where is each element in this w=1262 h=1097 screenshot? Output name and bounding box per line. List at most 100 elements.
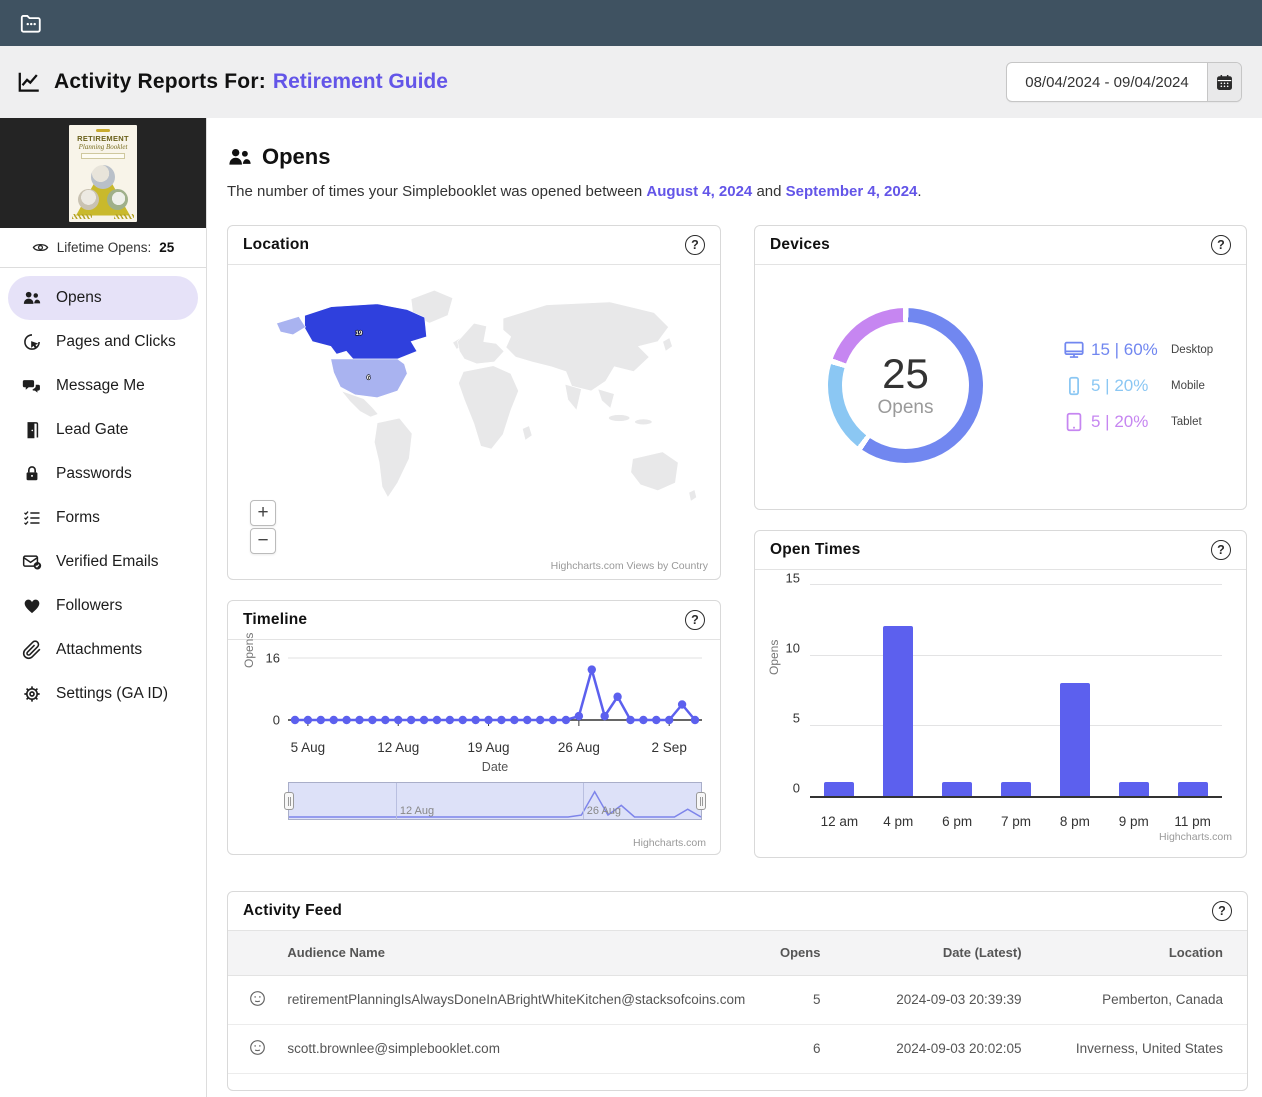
open-times-plot: 051015 <box>810 586 1222 798</box>
date-range-value[interactable]: 08/04/2024 - 09/04/2024 <box>1007 63 1207 101</box>
map-asia <box>503 302 668 391</box>
lock-icon <box>22 464 42 484</box>
map-indonesia <box>609 415 630 422</box>
column-opens: Opens <box>745 931 844 975</box>
tablet-stat: 5 | 20% <box>1091 412 1148 432</box>
devices-total-label: Opens <box>878 397 934 419</box>
audience-date: 2024-09-03 20:39:39 <box>844 975 1045 1024</box>
timeline-attribution: Highcharts.com <box>633 837 706 849</box>
sidebar-item-attachments[interactable]: Attachments <box>0 628 206 672</box>
section-description: The number of times your Simplebooklet w… <box>227 183 1248 200</box>
sidebar-item-forms[interactable]: Forms <box>0 496 206 540</box>
map-canada[interactable] <box>305 304 427 359</box>
column-date-latest: Date (Latest) <box>844 931 1045 975</box>
sidebar-item-message-me[interactable]: Message Me <box>0 364 206 408</box>
help-icon[interactable]: ? <box>685 235 705 255</box>
cover-photo <box>107 189 128 210</box>
audience-avatar-icon <box>228 975 287 1024</box>
help-icon[interactable]: ? <box>1211 540 1231 560</box>
gear-icon <box>22 684 42 704</box>
lifetime-opens: Lifetime Opens: 25 <box>0 228 206 268</box>
sidebar-item-passwords[interactable]: Passwords <box>0 452 206 496</box>
audience-avatar-icon <box>228 1024 287 1073</box>
map-africa <box>459 366 519 449</box>
mobile-stat: 5 | 20% <box>1091 376 1148 396</box>
legend-desktop: 15 | 60% Desktop <box>1063 337 1238 363</box>
end-date-link[interactable]: September 4, 2024 <box>786 183 918 200</box>
click-icon <box>22 332 42 352</box>
sidebar-item-opens[interactable]: Opens <box>8 276 198 320</box>
sidebar-item-followers[interactable]: Followers <box>0 584 206 628</box>
people-icon <box>227 144 253 170</box>
map-zoom-in-button[interactable]: + <box>250 500 276 526</box>
sidebar-item-label: Verified Emails <box>56 553 159 571</box>
eye-icon <box>32 239 49 256</box>
start-date-link[interactable]: August 4, 2024 <box>646 183 752 200</box>
date-range-picker[interactable]: 08/04/2024 - 09/04/2024 <box>1006 62 1242 102</box>
tablet-label: Tablet <box>1171 416 1202 428</box>
top-app-bar <box>0 0 1262 46</box>
devices-legend: 15 | 60% Desktop 5 | 20% <box>1063 337 1238 445</box>
open-times-card: Open Times ? Opens 051015 12 am4 pm6 pm7… <box>754 530 1247 858</box>
map-alaska[interactable] <box>277 316 306 334</box>
cover-photo <box>91 165 115 189</box>
legend-mobile: 5 | 20% Mobile <box>1063 373 1238 399</box>
navigator-left-handle[interactable] <box>284 792 294 810</box>
activity-feed-card: Activity Feed ? Audience Name Opens Date… <box>227 891 1248 1091</box>
calendar-button[interactable] <box>1207 63 1241 101</box>
lifetime-opens-value: 25 <box>159 240 174 255</box>
open-times-bar <box>942 782 972 796</box>
chat-icon <box>22 376 42 396</box>
map-canada-value: 19 <box>355 330 362 337</box>
heart-icon <box>22 596 42 616</box>
devices-total: 25 <box>882 353 929 395</box>
booklet-cover-thumbnail[interactable]: RETIREMENT Planning Booklet <box>69 125 137 222</box>
activity-feed-title: Activity Feed <box>243 902 342 920</box>
help-icon[interactable]: ? <box>1212 901 1232 921</box>
open-times-bar <box>1060 683 1090 796</box>
sidebar-item-label: Opens <box>56 289 102 307</box>
table-row[interactable]: retirementPlanningIsAlwaysDoneInABrightW… <box>228 975 1247 1024</box>
timeline-navigator[interactable]: 12 Aug26 Aug <box>288 782 702 820</box>
sidebar-item-settings[interactable]: Settings (GA ID) <box>0 672 206 716</box>
map-usa-value: 6 <box>367 374 371 381</box>
map-south-america <box>374 418 412 497</box>
booklets-folder-icon[interactable] <box>16 8 46 38</box>
table-row[interactable]: scott.brownlee@simplebooklet.com 6 2024-… <box>228 1024 1247 1073</box>
paperclip-icon <box>22 640 42 660</box>
map-indonesia <box>635 419 652 425</box>
open-times-bar <box>824 782 854 796</box>
audience-name: retirementPlanningIsAlwaysDoneInABrightW… <box>287 975 745 1024</box>
devices-card: Devices ? 25 Opens <box>754 225 1247 510</box>
map-zoom-out-button[interactable]: − <box>250 528 276 554</box>
lifetime-opens-label: Lifetime Opens: <box>57 240 152 255</box>
map-australia <box>631 452 678 491</box>
timeline-plot: 160 <box>288 650 702 734</box>
people-icon <box>22 288 42 308</box>
devices-donut-chart[interactable]: 25 Opens <box>828 308 983 463</box>
sidebar-nav: Opens Pages and Clicks M <box>0 268 206 716</box>
sidebar-item-pages-and-clicks[interactable]: Pages and Clicks <box>0 320 206 364</box>
sidebar-item-label: Settings (GA ID) <box>56 685 168 703</box>
audience-date: 2024-09-03 20:02:05 <box>844 1024 1045 1073</box>
booklet-name-link[interactable]: Retirement Guide <box>273 70 448 94</box>
timeline-y-axis-label: Opens <box>242 633 256 668</box>
help-icon[interactable]: ? <box>1211 235 1231 255</box>
sidebar-item-verified-emails[interactable]: Verified Emails <box>0 540 206 584</box>
timeline-x-axis-label: Date <box>288 760 702 774</box>
email-check-icon <box>22 552 42 572</box>
help-icon[interactable]: ? <box>685 610 705 630</box>
cover-title: RETIREMENT <box>69 134 137 143</box>
timeline-x-labels: 5 Aug12 Aug19 Aug26 Aug2 Sep <box>288 740 702 758</box>
open-times-card-title: Open Times <box>770 541 860 559</box>
navigator-right-handle[interactable] <box>696 792 706 810</box>
tablet-icon <box>1063 411 1085 433</box>
audience-opens: 5 <box>745 975 844 1024</box>
booklet-thumbnail-panel: RETIREMENT Planning Booklet <box>0 118 206 228</box>
sidebar-item-label: Pages and Clicks <box>56 333 176 351</box>
audience-name: scott.brownlee@simplebooklet.com <box>287 1024 745 1073</box>
sidebar-item-label: Attachments <box>56 641 142 659</box>
map-madagascar <box>522 426 532 441</box>
mobile-icon <box>1063 375 1085 397</box>
sidebar-item-lead-gate[interactable]: Lead Gate <box>0 408 206 452</box>
